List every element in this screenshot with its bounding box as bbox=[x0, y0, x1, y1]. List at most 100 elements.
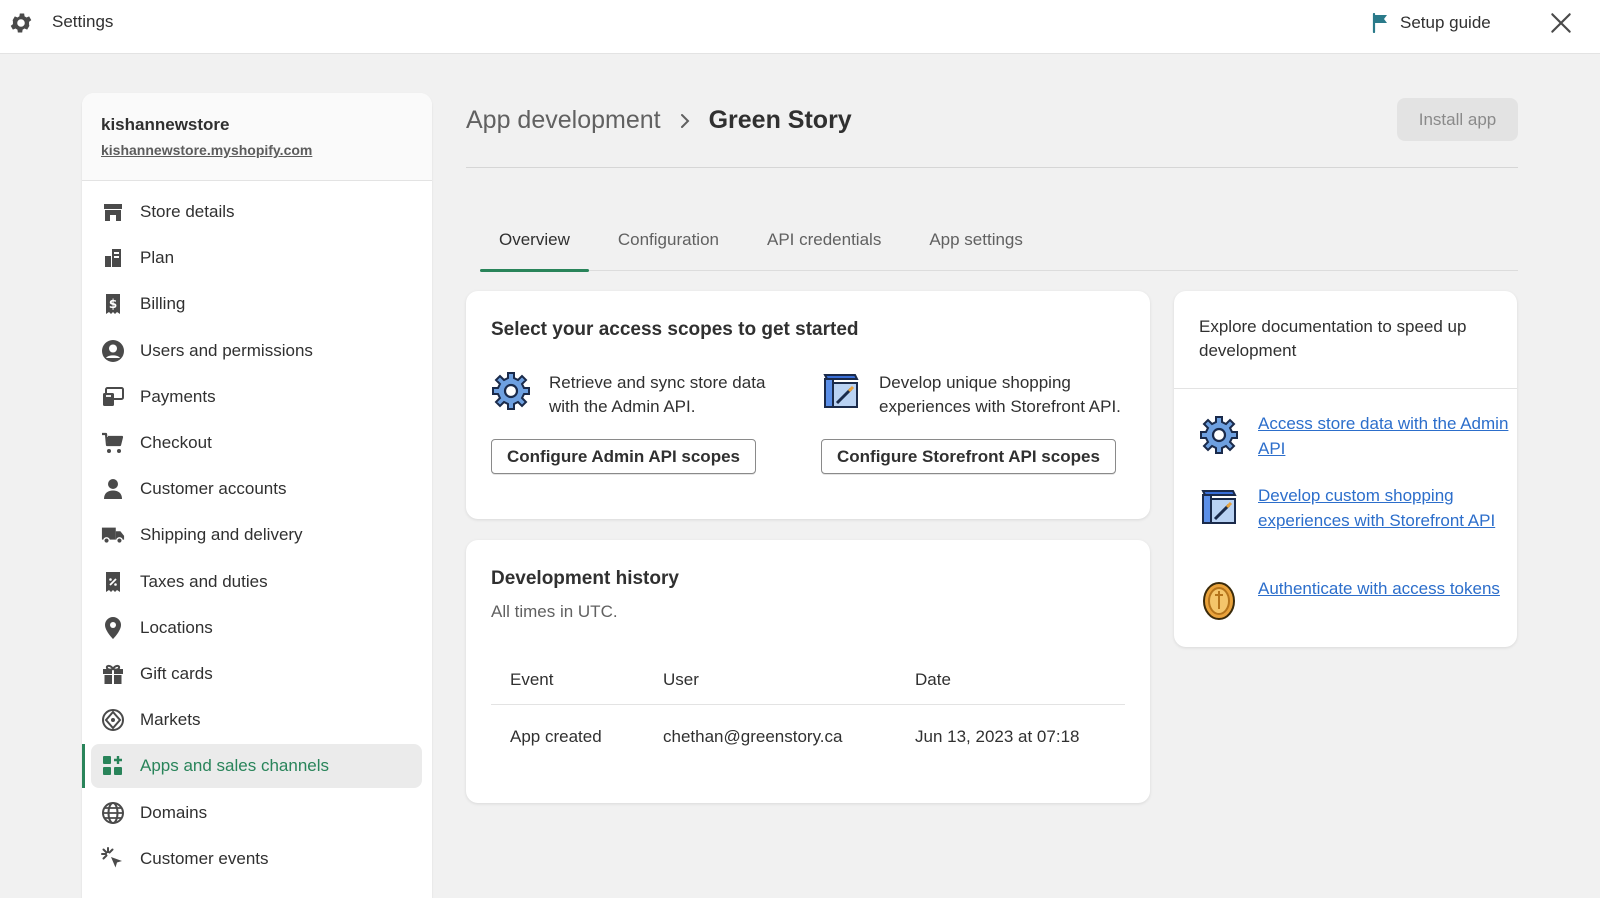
sidebar-item-apps-and-sales-channels[interactable]: Apps and sales channels bbox=[82, 743, 432, 789]
storefront-pixel-icon bbox=[1201, 490, 1237, 524]
sidebar-item-label: Locations bbox=[140, 617, 213, 637]
sidebar-item-label: Users and permissions bbox=[140, 340, 313, 360]
breadcrumb: App development Green Story bbox=[466, 106, 852, 135]
store-header: kishannewstore kishannewstore.myshopify.… bbox=[82, 93, 432, 181]
sidebar-item-label: Customer events bbox=[140, 848, 269, 868]
svg-text:$: $ bbox=[109, 297, 117, 311]
documentation-heading: Explore documentation to speed up develo… bbox=[1174, 291, 1517, 389]
sidebar-item-label: Customer accounts bbox=[140, 479, 287, 499]
tab-overview[interactable]: Overview bbox=[480, 220, 589, 272]
sidebar-item-label: Markets bbox=[140, 710, 201, 730]
apps-icon bbox=[101, 754, 125, 778]
sidebar-item-label: Plan bbox=[140, 248, 175, 268]
sidebar-item-shipping-and-delivery[interactable]: Shipping and delivery bbox=[82, 512, 432, 558]
doc-link-item: Develop custom shopping experiences with… bbox=[1199, 484, 1517, 533]
tab-app-settings[interactable]: App settings bbox=[910, 220, 1042, 271]
sidebar-item-label: Shipping and delivery bbox=[140, 525, 303, 545]
top-bar: Settings Setup guide bbox=[0, 0, 1600, 54]
column-header-user: User bbox=[644, 656, 896, 705]
configure-admin-api-scopes-button[interactable]: Configure Admin API scopes bbox=[491, 439, 756, 474]
documentation-card: Explore documentation to speed up develo… bbox=[1174, 291, 1517, 647]
flag-icon bbox=[1372, 13, 1387, 33]
sidebar-item-store-details[interactable]: Store details bbox=[82, 189, 432, 235]
admin-api-section: Retrieve and sync store data with the Ad… bbox=[491, 371, 791, 474]
history-table: Event User Date App created chethan@gree… bbox=[491, 656, 1125, 770]
cursor-click-icon bbox=[101, 846, 125, 871]
sidebar-item-users-and-permissions[interactable]: Users and permissions bbox=[82, 328, 432, 374]
tax-icon bbox=[101, 570, 125, 594]
close-icon[interactable] bbox=[1548, 10, 1574, 36]
table-header-row: Event User Date bbox=[491, 656, 1125, 705]
sidebar-item-label: Domains bbox=[140, 802, 208, 822]
chevron-right-icon bbox=[680, 113, 690, 128]
page-header: App development Green Story Install app bbox=[466, 98, 1518, 168]
access-scopes-title: Select your access scopes to get started bbox=[491, 319, 859, 340]
admin-api-description: Retrieve and sync store data with the Ad… bbox=[549, 373, 766, 416]
markets-icon bbox=[101, 708, 125, 732]
store-name: kishannewstore bbox=[101, 115, 230, 134]
access-tokens-docs-link[interactable]: Authenticate with access tokens bbox=[1258, 577, 1500, 620]
sidebar-item-markets[interactable]: Markets bbox=[82, 697, 432, 743]
development-history-card: Development history All times in UTC. Ev… bbox=[466, 540, 1150, 803]
breadcrumb-parent-link[interactable]: App development bbox=[466, 106, 661, 135]
truck-icon bbox=[101, 523, 125, 547]
person-icon bbox=[101, 477, 125, 501]
billing-icon: $ bbox=[101, 292, 125, 316]
timezone-note: All times in UTC. bbox=[491, 602, 618, 621]
column-header-date: Date bbox=[896, 656, 1125, 705]
sidebar-item-plan[interactable]: Plan bbox=[82, 235, 432, 281]
sidebar-item-label: Taxes and duties bbox=[140, 571, 268, 591]
admin-api-docs-link[interactable]: Access store data with the Admin API bbox=[1258, 412, 1517, 461]
sidebar-item-locations[interactable]: Locations bbox=[82, 605, 432, 651]
token-coin-icon bbox=[1203, 582, 1235, 620]
sidebar-item-billing[interactable]: $ Billing bbox=[82, 281, 432, 327]
doc-link-item: Authenticate with access tokens bbox=[1199, 577, 1500, 620]
sidebar-item-label: Payments bbox=[140, 386, 216, 406]
sidebar-item-checkout[interactable]: Checkout bbox=[82, 420, 432, 466]
gear-pixel-icon bbox=[492, 372, 530, 410]
doc-link-item: Access store data with the Admin API bbox=[1199, 412, 1517, 461]
setup-guide-label: Setup guide bbox=[1400, 13, 1491, 32]
tab-api-credentials[interactable]: API credentials bbox=[748, 220, 900, 271]
storefront-api-section: Develop unique shopping experiences with… bbox=[821, 371, 1121, 474]
sidebar-item-label: Apps and sales channels bbox=[140, 756, 330, 776]
sidebar-item-payments[interactable]: Payments bbox=[82, 374, 432, 420]
storefront-api-docs-link[interactable]: Develop custom shopping experiences with… bbox=[1258, 484, 1517, 533]
sidebar-item-label: Store details bbox=[140, 202, 235, 222]
gear-pixel-icon bbox=[1200, 416, 1238, 454]
user-cell: chethan@greenstory.ca bbox=[663, 727, 843, 747]
date-cell: Jun 13, 2023 at 07:18 bbox=[915, 727, 1080, 747]
sidebar-item-gift-cards[interactable]: Gift cards bbox=[82, 651, 432, 697]
column-header-event: Event bbox=[491, 656, 644, 705]
sidebar-item-customer-accounts[interactable]: Customer accounts bbox=[82, 466, 432, 512]
sidebar-item-label: Gift cards bbox=[140, 663, 213, 683]
sidebar-item-label: Checkout bbox=[140, 433, 212, 453]
table-row: App created chethan@greenstory.ca Jun 13… bbox=[491, 704, 1125, 770]
active-item-indicator bbox=[82, 744, 85, 789]
tab-bar: Overview Configuration API credentials A… bbox=[480, 220, 1518, 272]
development-history-title: Development history bbox=[491, 568, 679, 589]
sidebar-item-taxes-and-duties[interactable]: Taxes and duties bbox=[82, 559, 432, 605]
settings-gear-icon bbox=[10, 13, 32, 33]
tab-configuration[interactable]: Configuration bbox=[599, 220, 738, 271]
storefront-pixel-icon bbox=[823, 374, 859, 408]
sidebar-nav: Store details Plan $ Billing Users and p… bbox=[82, 181, 432, 882]
install-app-button[interactable]: Install app bbox=[1397, 98, 1518, 141]
plan-icon bbox=[101, 246, 125, 270]
sidebar-item-domains[interactable]: Domains bbox=[82, 789, 432, 835]
sidebar-item-customer-events[interactable]: Customer events bbox=[82, 836, 432, 882]
sidebar-item-label: Billing bbox=[140, 294, 186, 314]
event-cell: App created bbox=[510, 727, 602, 747]
setup-guide-button[interactable]: Setup guide bbox=[1372, 11, 1491, 35]
store-url-link[interactable]: kishannewstore.myshopify.com bbox=[101, 142, 413, 158]
settings-sidebar: kishannewstore kishannewstore.myshopify.… bbox=[82, 93, 432, 898]
store-icon bbox=[101, 200, 125, 224]
storefront-api-description: Develop unique shopping experiences with… bbox=[879, 373, 1121, 416]
user-circle-icon bbox=[101, 339, 125, 363]
globe-icon bbox=[101, 801, 125, 825]
cart-icon bbox=[101, 431, 125, 455]
configure-storefront-api-scopes-button[interactable]: Configure Storefront API scopes bbox=[821, 439, 1116, 474]
location-pin-icon bbox=[101, 616, 125, 640]
gift-icon bbox=[101, 662, 125, 686]
payments-icon bbox=[101, 385, 125, 409]
